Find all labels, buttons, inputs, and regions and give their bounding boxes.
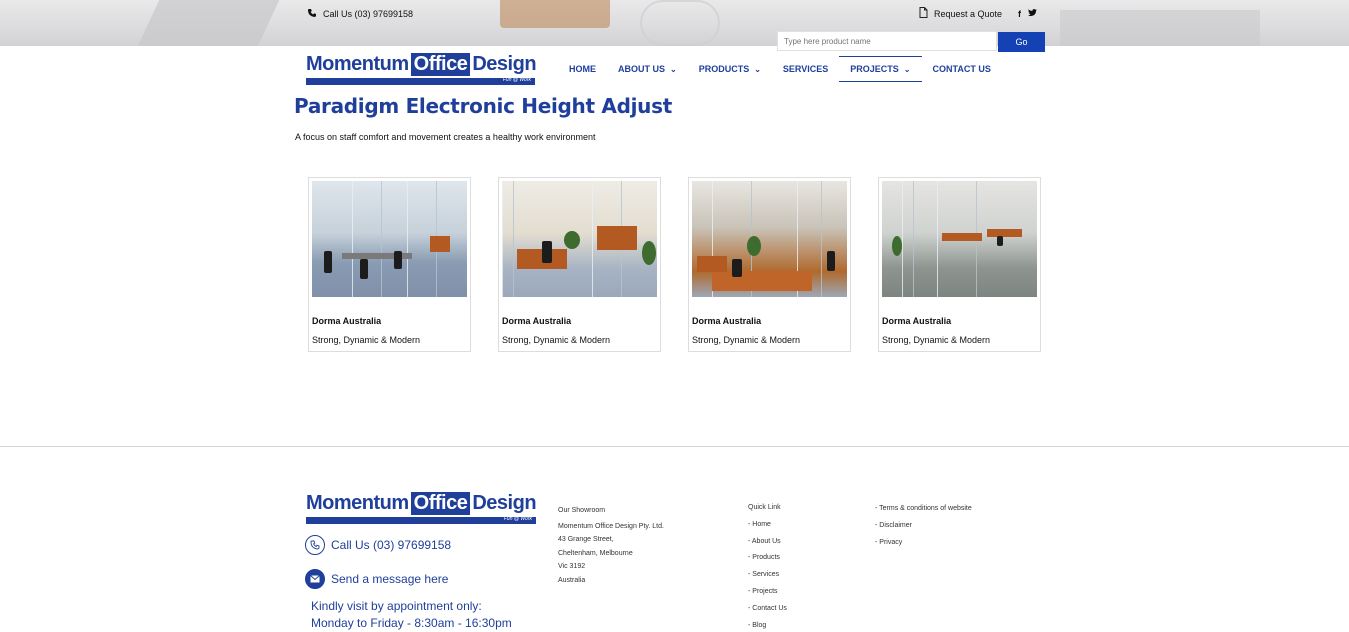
footer-message-link[interactable]: Send a message here bbox=[305, 569, 448, 589]
chevron-down-icon: ⌄ bbox=[754, 64, 761, 74]
footer-link-disclaimer[interactable]: - Disclaimer bbox=[875, 518, 972, 535]
footer-link-projects[interactable]: - Projects bbox=[748, 584, 787, 601]
project-gallery: Dorma Australia Strong, Dynamic & Modern… bbox=[308, 177, 1041, 352]
footer-phone[interactable]: Call Us (03) 97699158 bbox=[305, 535, 451, 555]
footer-link-contact-us[interactable]: - Contact Us bbox=[748, 601, 787, 618]
nav-services[interactable]: SERVICES bbox=[772, 56, 839, 82]
footer-link-products[interactable]: - Products bbox=[748, 550, 787, 567]
main-nav: HOME ABOUT US ⌄ PRODUCTS ⌄ SERVICES PROJEC… bbox=[558, 56, 1002, 82]
nav-projects[interactable]: PROJECTS ⌄ bbox=[839, 56, 922, 82]
site-logo[interactable]: Momentum Office Design Fun @ Work bbox=[306, 51, 537, 85]
project-image[interactable] bbox=[882, 181, 1037, 297]
topbar-quote: Request a Quote f bbox=[919, 7, 1038, 20]
project-image[interactable] bbox=[502, 181, 657, 297]
document-icon bbox=[919, 7, 928, 20]
footer-link-privacy[interactable]: - Privacy bbox=[875, 535, 972, 552]
quick-links: Quick Link - Home - About Us - Products … bbox=[748, 500, 787, 632]
footer-divider bbox=[0, 446, 1349, 447]
legal-links: - Terms & conditions of website - Discla… bbox=[875, 501, 972, 551]
footer-message-text: Send a message here bbox=[331, 572, 449, 586]
twitter-icon[interactable] bbox=[1028, 8, 1038, 19]
topbar-phone-text: Call Us (03) 97699158 bbox=[323, 9, 414, 19]
social-links: f bbox=[1018, 8, 1038, 19]
nav-contact-us[interactable]: CONTACT US bbox=[922, 56, 1002, 82]
showroom-address: Our Showroom Momentum Office Design Pty.… bbox=[558, 507, 664, 584]
visit-hours: Kindly visit by appointment only: Monday… bbox=[311, 599, 512, 630]
project-card[interactable]: Dorma Australia Strong, Dynamic & Modern bbox=[688, 177, 851, 352]
project-card[interactable]: Dorma Australia Strong, Dynamic & Modern bbox=[498, 177, 661, 352]
topbar-phone[interactable]: Call Us (03) 97699158 bbox=[307, 8, 413, 20]
footer-link-blog[interactable]: - Blog bbox=[748, 618, 787, 632]
facebook-icon[interactable]: f bbox=[1018, 9, 1021, 19]
nav-about-us[interactable]: ABOUT US ⌄ bbox=[607, 56, 688, 82]
project-image[interactable] bbox=[312, 181, 467, 297]
footer-link-terms[interactable]: - Terms & conditions of website bbox=[875, 501, 972, 518]
page-title: Paradigm Electronic Height Adjust bbox=[294, 94, 672, 118]
page-subtitle: A focus on staff comfort and movement cr… bbox=[295, 132, 596, 142]
project-card[interactable]: Dorma Australia Strong, Dynamic & Modern bbox=[878, 177, 1041, 352]
chevron-down-icon: ⌄ bbox=[903, 64, 911, 74]
phone-icon bbox=[307, 8, 317, 20]
search-go-button[interactable]: Go bbox=[998, 32, 1045, 52]
request-quote-link[interactable]: Request a Quote bbox=[934, 9, 1002, 19]
product-search-input[interactable] bbox=[777, 31, 997, 51]
footer-link-home[interactable]: - Home bbox=[748, 517, 787, 534]
footer-logo[interactable]: Momentum Office Design Fun @ Work bbox=[306, 490, 537, 524]
phone-icon bbox=[305, 535, 325, 555]
project-card[interactable]: Dorma Australia Strong, Dynamic & Modern bbox=[308, 177, 471, 352]
envelope-icon bbox=[305, 569, 325, 589]
header-background-image bbox=[0, 0, 1349, 46]
project-image[interactable] bbox=[692, 181, 847, 297]
footer-link-about-us[interactable]: - About Us bbox=[748, 534, 787, 551]
footer-phone-text: Call Us (03) 97699158 bbox=[331, 538, 452, 552]
footer-link-services[interactable]: - Services bbox=[748, 567, 787, 584]
nav-products[interactable]: PRODUCTS ⌄ bbox=[688, 56, 772, 82]
chevron-down-icon: ⌄ bbox=[670, 64, 677, 74]
nav-home[interactable]: HOME bbox=[558, 56, 607, 82]
